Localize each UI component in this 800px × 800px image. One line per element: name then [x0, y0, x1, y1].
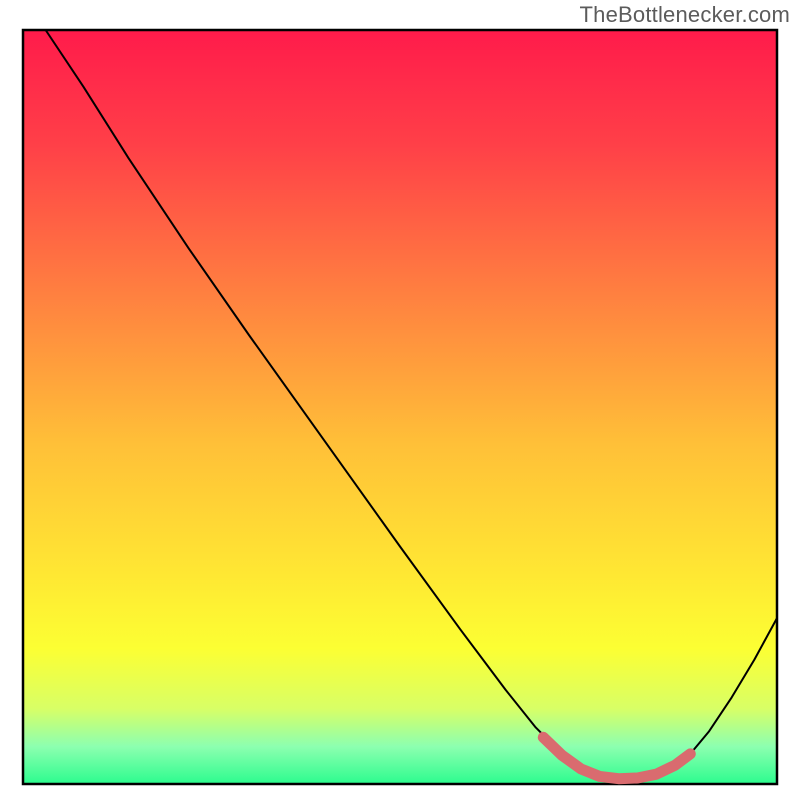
bottleneck-chart: [0, 0, 800, 800]
plot-background: [23, 30, 777, 784]
chart-container: TheBottlenecker.com: [0, 0, 800, 800]
